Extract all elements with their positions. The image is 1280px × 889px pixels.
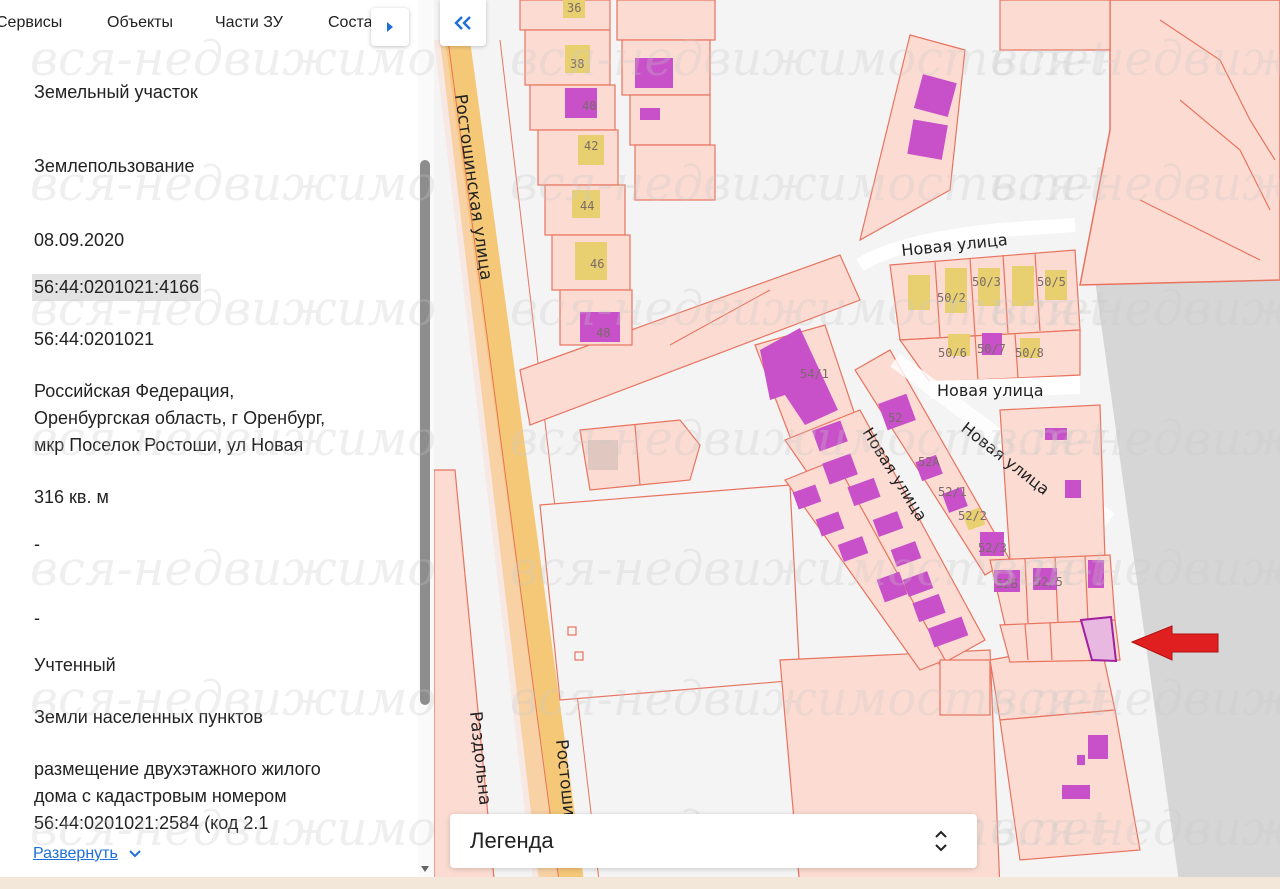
watermark-text: вся-недвижимость.net — [30, 156, 434, 212]
watermark-text: вся-недвижимость.net — [990, 281, 1280, 337]
house-number: 50/6 — [938, 346, 967, 360]
house-number: 46 — [590, 257, 604, 271]
house-number: 52/2 — [958, 509, 987, 523]
house-number: 50/7 — [977, 342, 1006, 356]
watermark-text: вся-недвижимость.net — [990, 801, 1280, 857]
building[interactable] — [1062, 785, 1090, 799]
collapse-panel-button[interactable] — [440, 0, 486, 46]
building[interactable] — [1077, 755, 1085, 765]
object-info-panel: Сервисы Объекты Части ЗУ Соста Земельный… — [0, 0, 434, 889]
house-number: 40 — [582, 99, 596, 113]
watermark-text: вся-недвижимость.net — [30, 281, 434, 337]
watermark-text: вся-недвижимость.net — [30, 541, 434, 597]
watermark-text: вся-недвижимость.net — [30, 671, 434, 727]
map-canvas[interactable]: 36 38 40 42 44 46 48 50/2 50/3 50/5 50/6… — [434, 0, 1280, 889]
watermark-text: вся-недвижимость.net — [30, 801, 434, 857]
watermark-text: вся-недвижимость.net — [990, 156, 1280, 212]
building[interactable] — [907, 119, 948, 160]
watermark-text: вся-недвижимость.net — [990, 541, 1280, 597]
house-number: 50/8 — [1015, 346, 1044, 360]
house-number: 42 — [584, 139, 598, 153]
legend-selector[interactable]: Легенда — [450, 814, 977, 868]
building[interactable] — [1065, 480, 1081, 498]
watermark-text: вся-недвижимость.net — [990, 31, 1280, 87]
watermark-text: вся-недвижимость.net — [990, 671, 1280, 727]
cadastral-map[interactable]: 36 38 40 42 44 46 48 50/2 50/3 50/5 50/6… — [434, 0, 1280, 889]
house-number: 36 — [567, 1, 581, 15]
double-chevron-left-icon — [454, 16, 471, 30]
legend-label: Легенда — [470, 828, 554, 853]
street-label: Новая улица — [937, 381, 1044, 400]
house-number: 52/1 — [938, 485, 967, 499]
watermark-overlay: вся-недвижимость.net вся-недвижимость.ne… — [30, 31, 434, 857]
building[interactable] — [640, 108, 660, 120]
watermark-text: вся-недвижимость.net — [30, 411, 434, 467]
up-down-arrows-icon — [935, 830, 947, 852]
building[interactable] — [1088, 735, 1108, 759]
watermark-text: вся-недвижимость.net — [30, 31, 434, 87]
watermark-text: вся-недвижимость.net — [990, 411, 1280, 467]
house-number: 54/1 — [800, 367, 829, 381]
bottom-bar — [0, 877, 1280, 889]
street-label: Новая улица — [900, 230, 1008, 260]
